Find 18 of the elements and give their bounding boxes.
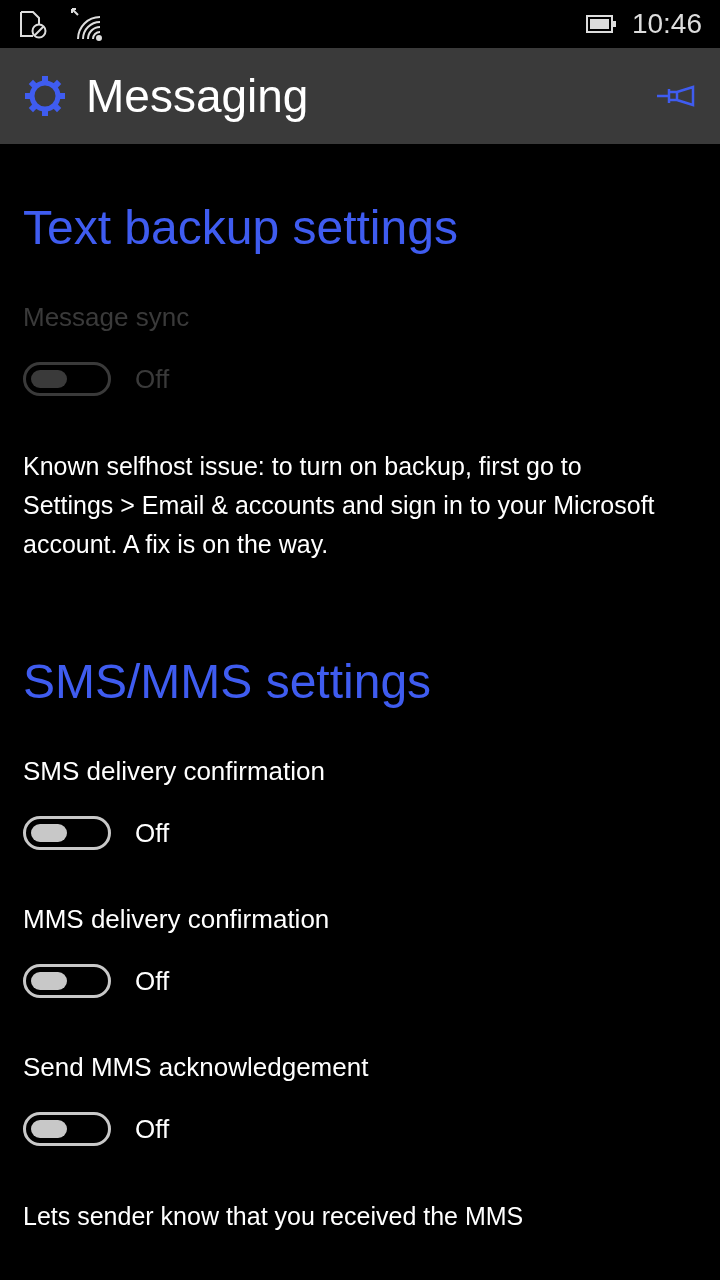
wifi-icon — [70, 7, 104, 41]
setting-label: Send MMS acknowledgement — [23, 1051, 370, 1084]
settings-icon — [24, 75, 66, 117]
no-sim-icon — [18, 9, 48, 39]
battery-icon — [585, 15, 616, 33]
setting-label: SMS delivery confirmation — [23, 755, 326, 788]
section-heading: Text backup settings — [23, 200, 459, 256]
section-heading: SMS/MMS settings — [23, 654, 433, 710]
clock: 10:46 — [631, 7, 702, 41]
info-text: Lets sender know that you received the MMS — [23, 1201, 525, 1232]
app-title: Messaging — [86, 68, 309, 124]
toggle-state: Off — [135, 1112, 170, 1146]
toggle-state: Off — [135, 816, 170, 850]
info-text: Known selfhost issue: to turn on backup, first go to Settings > Email & accounts and sign in to your Microsoft account. A fix is on the way. — [23, 451, 656, 560]
setting-label: MMS delivery confirmation — [23, 903, 331, 936]
setting-label: Message sync — [23, 301, 191, 334]
toggle-state: Off — [135, 362, 170, 396]
toggle-state: Off — [135, 964, 170, 998]
